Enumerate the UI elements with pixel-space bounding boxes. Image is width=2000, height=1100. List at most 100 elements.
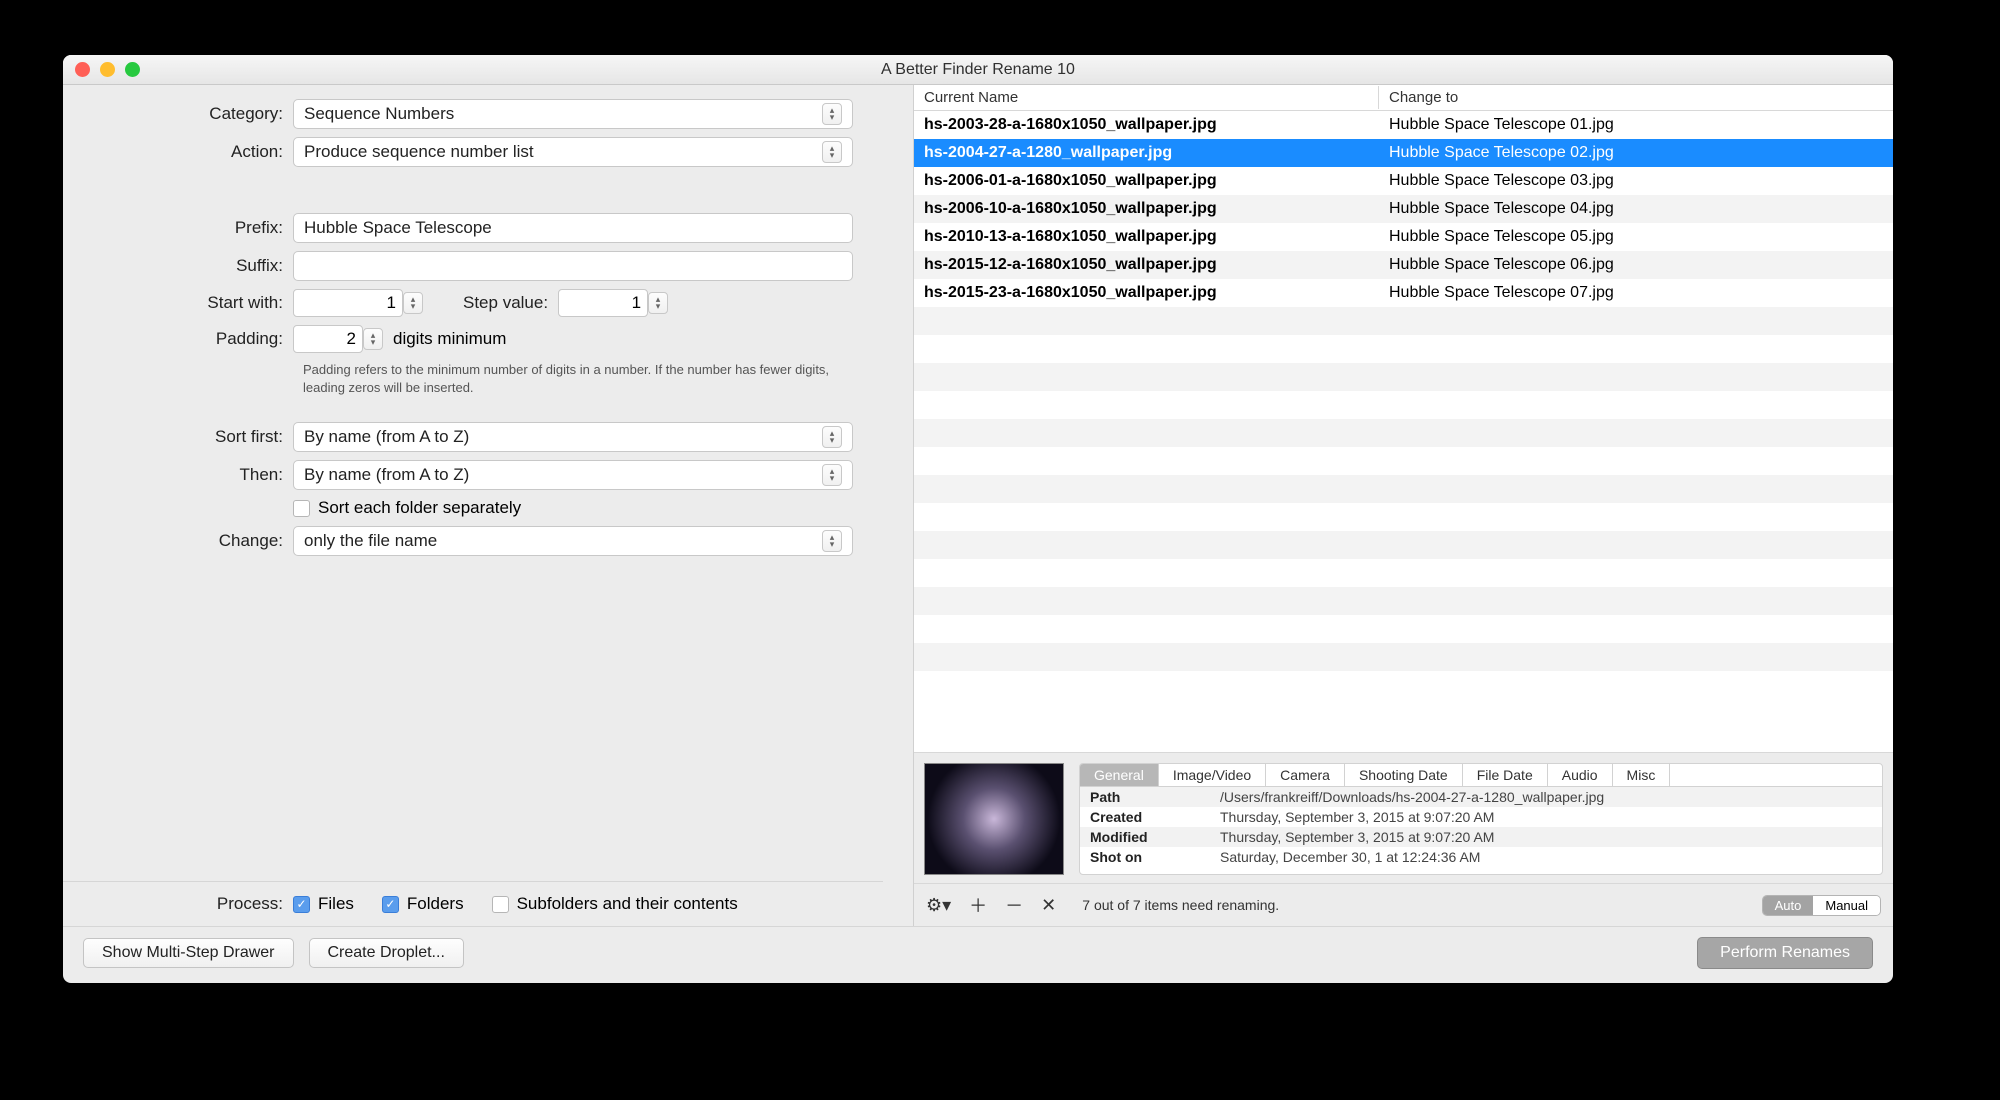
chevron-updown-icon: ▴▾ bbox=[822, 426, 842, 448]
sort2-value: By name (from A to Z) bbox=[304, 465, 469, 485]
cell-changeto: Hubble Space Telescope 07.jpg bbox=[1379, 281, 1893, 305]
plus-icon[interactable]: ＋ bbox=[969, 892, 987, 918]
action-select[interactable]: Produce sequence number list ▴▾ bbox=[293, 137, 853, 167]
cell-current: hs-2015-12-a-1680x1050_wallpaper.jpg bbox=[914, 253, 1379, 277]
padding-tail: digits minimum bbox=[393, 329, 506, 349]
stepper-arrows-icon[interactable]: ▴▾ bbox=[363, 328, 383, 350]
close-x-icon[interactable]: ✕ bbox=[1041, 895, 1056, 916]
padding-label: Padding: bbox=[63, 329, 293, 349]
auto-manual-segment[interactable]: Auto Manual bbox=[1762, 895, 1881, 916]
cell-current: hs-2003-28-a-1680x1050_wallpaper.jpg bbox=[914, 113, 1379, 137]
step-stepper[interactable] bbox=[558, 289, 648, 317]
tab-audio[interactable]: Audio bbox=[1548, 764, 1613, 786]
cell-current: hs-2006-01-a-1680x1050_wallpaper.jpg bbox=[914, 169, 1379, 193]
change-select[interactable]: only the file name ▴▾ bbox=[293, 526, 853, 556]
sort2-select[interactable]: By name (from A to Z) ▴▾ bbox=[293, 460, 853, 490]
minus-icon[interactable]: － bbox=[1005, 892, 1023, 918]
detail-value: Thursday, September 3, 2015 at 9:07:20 A… bbox=[1220, 809, 1494, 825]
change-value: only the file name bbox=[304, 531, 437, 551]
window-title: A Better Finder Rename 10 bbox=[63, 61, 1893, 79]
create-droplet-button[interactable]: Create Droplet... bbox=[309, 938, 464, 968]
subfolders-checkbox[interactable] bbox=[492, 896, 509, 913]
table-row[interactable]: hs-2010-13-a-1680x1050_wallpaper.jpgHubb… bbox=[914, 223, 1893, 251]
table-row[interactable]: hs-2004-27-a-1280_wallpaper.jpgHubble Sp… bbox=[914, 139, 1893, 167]
prefix-label: Prefix: bbox=[63, 218, 293, 238]
perform-renames-button[interactable]: Perform Renames bbox=[1697, 937, 1873, 969]
detail-row: Path/Users/frankreiff/Downloads/hs-2004-… bbox=[1080, 787, 1882, 807]
cell-changeto: Hubble Space Telescope 05.jpg bbox=[1379, 225, 1893, 249]
sort1-select[interactable]: By name (from A to Z) ▴▾ bbox=[293, 422, 853, 452]
tab-general[interactable]: General bbox=[1080, 764, 1159, 786]
tab-misc[interactable]: Misc bbox=[1613, 764, 1671, 786]
action-value: Produce sequence number list bbox=[304, 142, 534, 162]
stepper-arrows-icon[interactable]: ▴▾ bbox=[648, 292, 668, 314]
seg-auto[interactable]: Auto bbox=[1763, 896, 1814, 915]
zoom-icon[interactable] bbox=[125, 62, 140, 77]
table-row[interactable]: hs-2006-10-a-1680x1050_wallpaper.jpgHubb… bbox=[914, 195, 1893, 223]
cell-current: hs-2004-27-a-1280_wallpaper.jpg bbox=[914, 141, 1379, 165]
tab-image-video[interactable]: Image/Video bbox=[1159, 764, 1266, 786]
process-label: Process: bbox=[63, 894, 293, 914]
table-row-empty bbox=[914, 335, 1893, 363]
table-header: Current Name Change to bbox=[914, 85, 1893, 111]
titlebar: A Better Finder Rename 10 bbox=[63, 55, 1893, 85]
suffix-label: Suffix: bbox=[63, 256, 293, 276]
table-row[interactable]: hs-2015-23-a-1680x1050_wallpaper.jpgHubb… bbox=[914, 279, 1893, 307]
col-change-to[interactable]: Change to bbox=[1379, 86, 1893, 109]
tab-camera[interactable]: Camera bbox=[1266, 764, 1345, 786]
table-row[interactable]: hs-2015-12-a-1680x1050_wallpaper.jpgHubb… bbox=[914, 251, 1893, 279]
stepper-arrows-icon[interactable]: ▴▾ bbox=[403, 292, 423, 314]
preview-thumbnail bbox=[924, 763, 1064, 875]
sort1-value: By name (from A to Z) bbox=[304, 427, 469, 447]
padding-stepper[interactable] bbox=[293, 325, 363, 353]
app-window: A Better Finder Rename 10 Category: Sequ… bbox=[63, 55, 1893, 983]
cell-changeto: Hubble Space Telescope 04.jpg bbox=[1379, 197, 1893, 221]
action-label: Action: bbox=[63, 142, 293, 162]
sort2-label: Then: bbox=[63, 465, 293, 485]
step-label: Step value: bbox=[463, 293, 558, 313]
chevron-updown-icon: ▴▾ bbox=[822, 141, 842, 163]
table-row-empty bbox=[914, 643, 1893, 671]
col-current-name[interactable]: Current Name bbox=[914, 86, 1379, 109]
detail-key: Path bbox=[1090, 789, 1220, 805]
table-row[interactable]: hs-2003-28-a-1680x1050_wallpaper.jpgHubb… bbox=[914, 111, 1893, 139]
table-row-empty bbox=[914, 391, 1893, 419]
detail-tabs: GeneralImage/VideoCameraShooting DateFil… bbox=[1080, 764, 1882, 787]
category-select[interactable]: Sequence Numbers ▴▾ bbox=[293, 99, 853, 129]
chevron-updown-icon: ▴▾ bbox=[822, 530, 842, 552]
multi-step-button[interactable]: Show Multi-Step Drawer bbox=[83, 938, 294, 968]
gear-icon[interactable]: ⚙︎▾ bbox=[926, 895, 951, 916]
start-stepper[interactable] bbox=[293, 289, 403, 317]
cell-changeto: Hubble Space Telescope 01.jpg bbox=[1379, 113, 1893, 137]
tab-shooting-date[interactable]: Shooting Date bbox=[1345, 764, 1463, 786]
minimize-icon[interactable] bbox=[100, 62, 115, 77]
folders-label: Folders bbox=[407, 894, 464, 914]
table-row-empty bbox=[914, 363, 1893, 391]
files-checkbox[interactable]: ✓ bbox=[293, 896, 310, 913]
table-row-empty bbox=[914, 559, 1893, 587]
prefix-input[interactable] bbox=[293, 213, 853, 243]
folders-checkbox[interactable]: ✓ bbox=[382, 896, 399, 913]
chevron-updown-icon: ▴▾ bbox=[822, 464, 842, 486]
start-label: Start with: bbox=[63, 293, 293, 313]
close-icon[interactable] bbox=[75, 62, 90, 77]
seg-manual[interactable]: Manual bbox=[1813, 896, 1880, 915]
table-row-empty bbox=[914, 531, 1893, 559]
chevron-updown-icon: ▴▾ bbox=[822, 103, 842, 125]
cell-current: hs-2010-13-a-1680x1050_wallpaper.jpg bbox=[914, 225, 1379, 249]
files-label: Files bbox=[318, 894, 354, 914]
detail-key: Created bbox=[1090, 809, 1220, 825]
table-row-empty bbox=[914, 615, 1893, 643]
category-value: Sequence Numbers bbox=[304, 104, 454, 124]
cell-changeto: Hubble Space Telescope 06.jpg bbox=[1379, 253, 1893, 277]
change-label: Change: bbox=[63, 531, 293, 551]
suffix-input[interactable] bbox=[293, 251, 853, 281]
file-table[interactable]: hs-2003-28-a-1680x1050_wallpaper.jpgHubb… bbox=[914, 111, 1893, 752]
table-row[interactable]: hs-2006-01-a-1680x1050_wallpaper.jpgHubb… bbox=[914, 167, 1893, 195]
tab-file-date[interactable]: File Date bbox=[1463, 764, 1548, 786]
cell-current: hs-2015-23-a-1680x1050_wallpaper.jpg bbox=[914, 281, 1379, 305]
padding-hint: Padding refers to the minimum number of … bbox=[303, 361, 843, 396]
sort-each-checkbox[interactable] bbox=[293, 500, 310, 517]
category-label: Category: bbox=[63, 104, 293, 124]
detail-row: Shot onSaturday, December 30, 1 at 12:24… bbox=[1080, 847, 1882, 867]
